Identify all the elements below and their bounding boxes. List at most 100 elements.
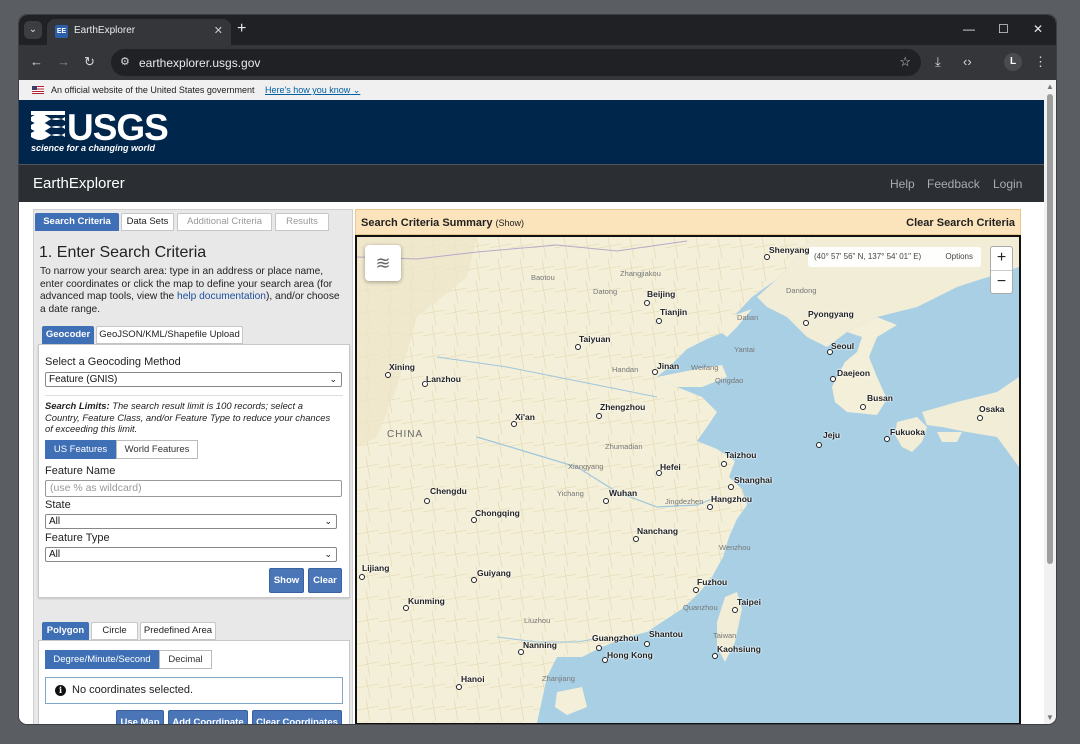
city-marker[interactable] [656, 318, 662, 324]
dms-format-button[interactable]: Degree/Minute/Second [45, 650, 159, 669]
clear-button[interactable]: Clear [308, 568, 342, 593]
map-view[interactable]: ≋ (40° 57' 56" N, 137° 54' 01" E) Option… [355, 235, 1021, 724]
tab-polygon[interactable]: Polygon [42, 622, 89, 640]
minor-place-label: Taiwan [713, 631, 737, 640]
city-marker[interactable] [830, 376, 836, 382]
city-marker[interactable] [359, 574, 365, 580]
profile-avatar[interactable]: L [1004, 53, 1022, 71]
clear-search-criteria-link[interactable]: Clear Search Criteria [906, 217, 1015, 229]
map-options-button[interactable]: Options [945, 247, 973, 267]
city-marker[interactable] [603, 498, 609, 504]
city-label: Nanning [523, 640, 557, 650]
tab-predefined-area[interactable]: Predefined Area [140, 622, 216, 640]
minor-place-label: Xiangyang [568, 462, 604, 471]
map-coordinate-readout: (40° 57' 56" N, 137° 54' 01" E) Options [808, 247, 981, 267]
city-marker[interactable] [424, 498, 430, 504]
city-marker[interactable] [385, 372, 391, 378]
city-marker[interactable] [732, 607, 738, 613]
city-label: Shenyang [769, 245, 810, 255]
search-limits-text: Search Limits: The search result limit i… [45, 400, 331, 435]
page-scrollbar[interactable]: ▲ ▼ [1044, 80, 1056, 724]
tab-geocoder[interactable]: Geocoder [42, 326, 94, 344]
layers-icon[interactable]: ≋ [365, 245, 401, 281]
feature-type-select[interactable]: All ⌄ [45, 547, 337, 562]
minimize-icon[interactable]: — [963, 22, 975, 36]
city-marker[interactable] [693, 587, 699, 593]
download-icon[interactable]: ⤓ [935, 54, 941, 70]
close-tab-icon[interactable]: ✕ [214, 24, 223, 37]
ee-app-title[interactable]: EarthExplorer [33, 175, 125, 192]
url-text[interactable]: earthexplorer.usgs.gov [139, 56, 260, 70]
city-marker[interactable] [644, 641, 650, 647]
help-documentation-link[interactable]: help documentation [177, 291, 266, 302]
scroll-down-icon[interactable]: ▼ [1046, 713, 1054, 722]
city-marker[interactable] [707, 504, 713, 510]
usgs-wave-icon [31, 111, 65, 140]
tab-search-icon[interactable]: ⌄ [24, 21, 42, 39]
decimal-format-button[interactable]: Decimal [159, 650, 212, 669]
scrollbar-thumb[interactable] [1047, 94, 1053, 564]
us-features-button[interactable]: US Features [45, 440, 116, 459]
tab-additional-criteria[interactable]: Additional Criteria [177, 213, 272, 231]
city-marker[interactable] [633, 536, 639, 542]
minor-place-label: Zhanjiang [542, 674, 575, 683]
step-title: 1. Enter Search Criteria [39, 244, 207, 261]
hainan-land [555, 687, 587, 715]
code-icon[interactable]: ‹› [963, 54, 972, 69]
city-marker[interactable] [977, 415, 983, 421]
usgs-logo[interactable]: USGS science for a changing world [31, 107, 169, 157]
forward-icon[interactable]: → [57, 54, 70, 69]
world-features-button[interactable]: World Features [116, 440, 198, 459]
city-marker[interactable] [596, 413, 602, 419]
add-coordinate-button[interactable]: Add Coordinate [168, 710, 248, 724]
city-marker[interactable] [456, 684, 462, 690]
usgs-tagline: science for a changing world [31, 143, 156, 153]
city-label: Wuhan [609, 488, 638, 498]
geocoding-method-select[interactable]: Feature (GNIS) ⌄ [45, 372, 342, 387]
nav-login-link[interactable]: Login [993, 177, 1022, 191]
tab-results[interactable]: Results [275, 213, 329, 231]
chevron-down-icon: ⌄ [329, 374, 337, 384]
city-marker[interactable] [816, 442, 822, 448]
feature-name-input[interactable]: (use % as wildcard) [45, 480, 342, 497]
back-icon[interactable]: ← [30, 54, 43, 69]
new-tab-icon[interactable]: + [237, 20, 246, 38]
zoom-in-button[interactable]: + [991, 247, 1012, 271]
city-marker[interactable] [596, 645, 602, 651]
address-bar[interactable]: ⚙ earthexplorer.usgs.gov ☆ [111, 49, 921, 76]
tab-circle[interactable]: Circle [91, 622, 138, 640]
gov-banner-link[interactable]: Here's how you know ⌄ [265, 85, 360, 96]
state-select[interactable]: All ⌄ [45, 514, 337, 529]
city-marker[interactable] [803, 320, 809, 326]
maximize-icon[interactable]: ☐ [998, 22, 1009, 36]
scroll-up-icon[interactable]: ▲ [1046, 82, 1054, 91]
nav-help-link[interactable]: Help [890, 177, 915, 191]
bookmark-star-icon[interactable]: ☆ [899, 54, 911, 70]
us-flag-icon [32, 86, 44, 94]
site-info-icon[interactable]: ⚙ [120, 55, 130, 68]
reload-icon[interactable]: ↻ [84, 54, 95, 70]
nav-feedback-link[interactable]: Feedback [927, 177, 980, 191]
zoom-out-button[interactable]: − [991, 271, 1012, 295]
city-marker[interactable] [860, 404, 866, 410]
tab-geojson-upload[interactable]: GeoJSON/KML/Shapefile Upload [96, 326, 243, 344]
ee-navbar: EarthExplorer Help Feedback Login [19, 164, 1044, 202]
state-label: State [45, 499, 71, 511]
clear-coordinates-button[interactable]: Clear Coordinates [252, 710, 342, 724]
show-button[interactable]: Show [269, 568, 304, 593]
browser-window: ⌄ EE EarthExplorer ✕ + — ☐ ✕ ← → ↻ ⚙ ear… [19, 15, 1056, 724]
tab-search-criteria[interactable]: Search Criteria [35, 213, 119, 231]
browser-toolbar: ← → ↻ ⚙ earthexplorer.usgs.gov ☆ ⤓ ‹› L … [19, 45, 1056, 80]
menu-kebab-icon[interactable]: ⋮ [1034, 54, 1047, 70]
browser-titlebar: ⌄ EE EarthExplorer ✕ + — ☐ ✕ [19, 15, 1056, 45]
close-window-icon[interactable]: ✕ [1033, 22, 1043, 36]
browser-tab[interactable]: EE EarthExplorer ✕ [47, 19, 231, 45]
city-marker[interactable] [721, 461, 727, 467]
city-marker[interactable] [644, 300, 650, 306]
summary-show-link[interactable]: (Show) [496, 218, 525, 228]
city-marker[interactable] [575, 344, 581, 350]
tab-data-sets[interactable]: Data Sets [121, 213, 174, 231]
use-map-button[interactable]: Use Map [116, 710, 164, 724]
minor-place-label: Qingdao [715, 376, 744, 385]
map-basemap [357, 237, 1019, 723]
